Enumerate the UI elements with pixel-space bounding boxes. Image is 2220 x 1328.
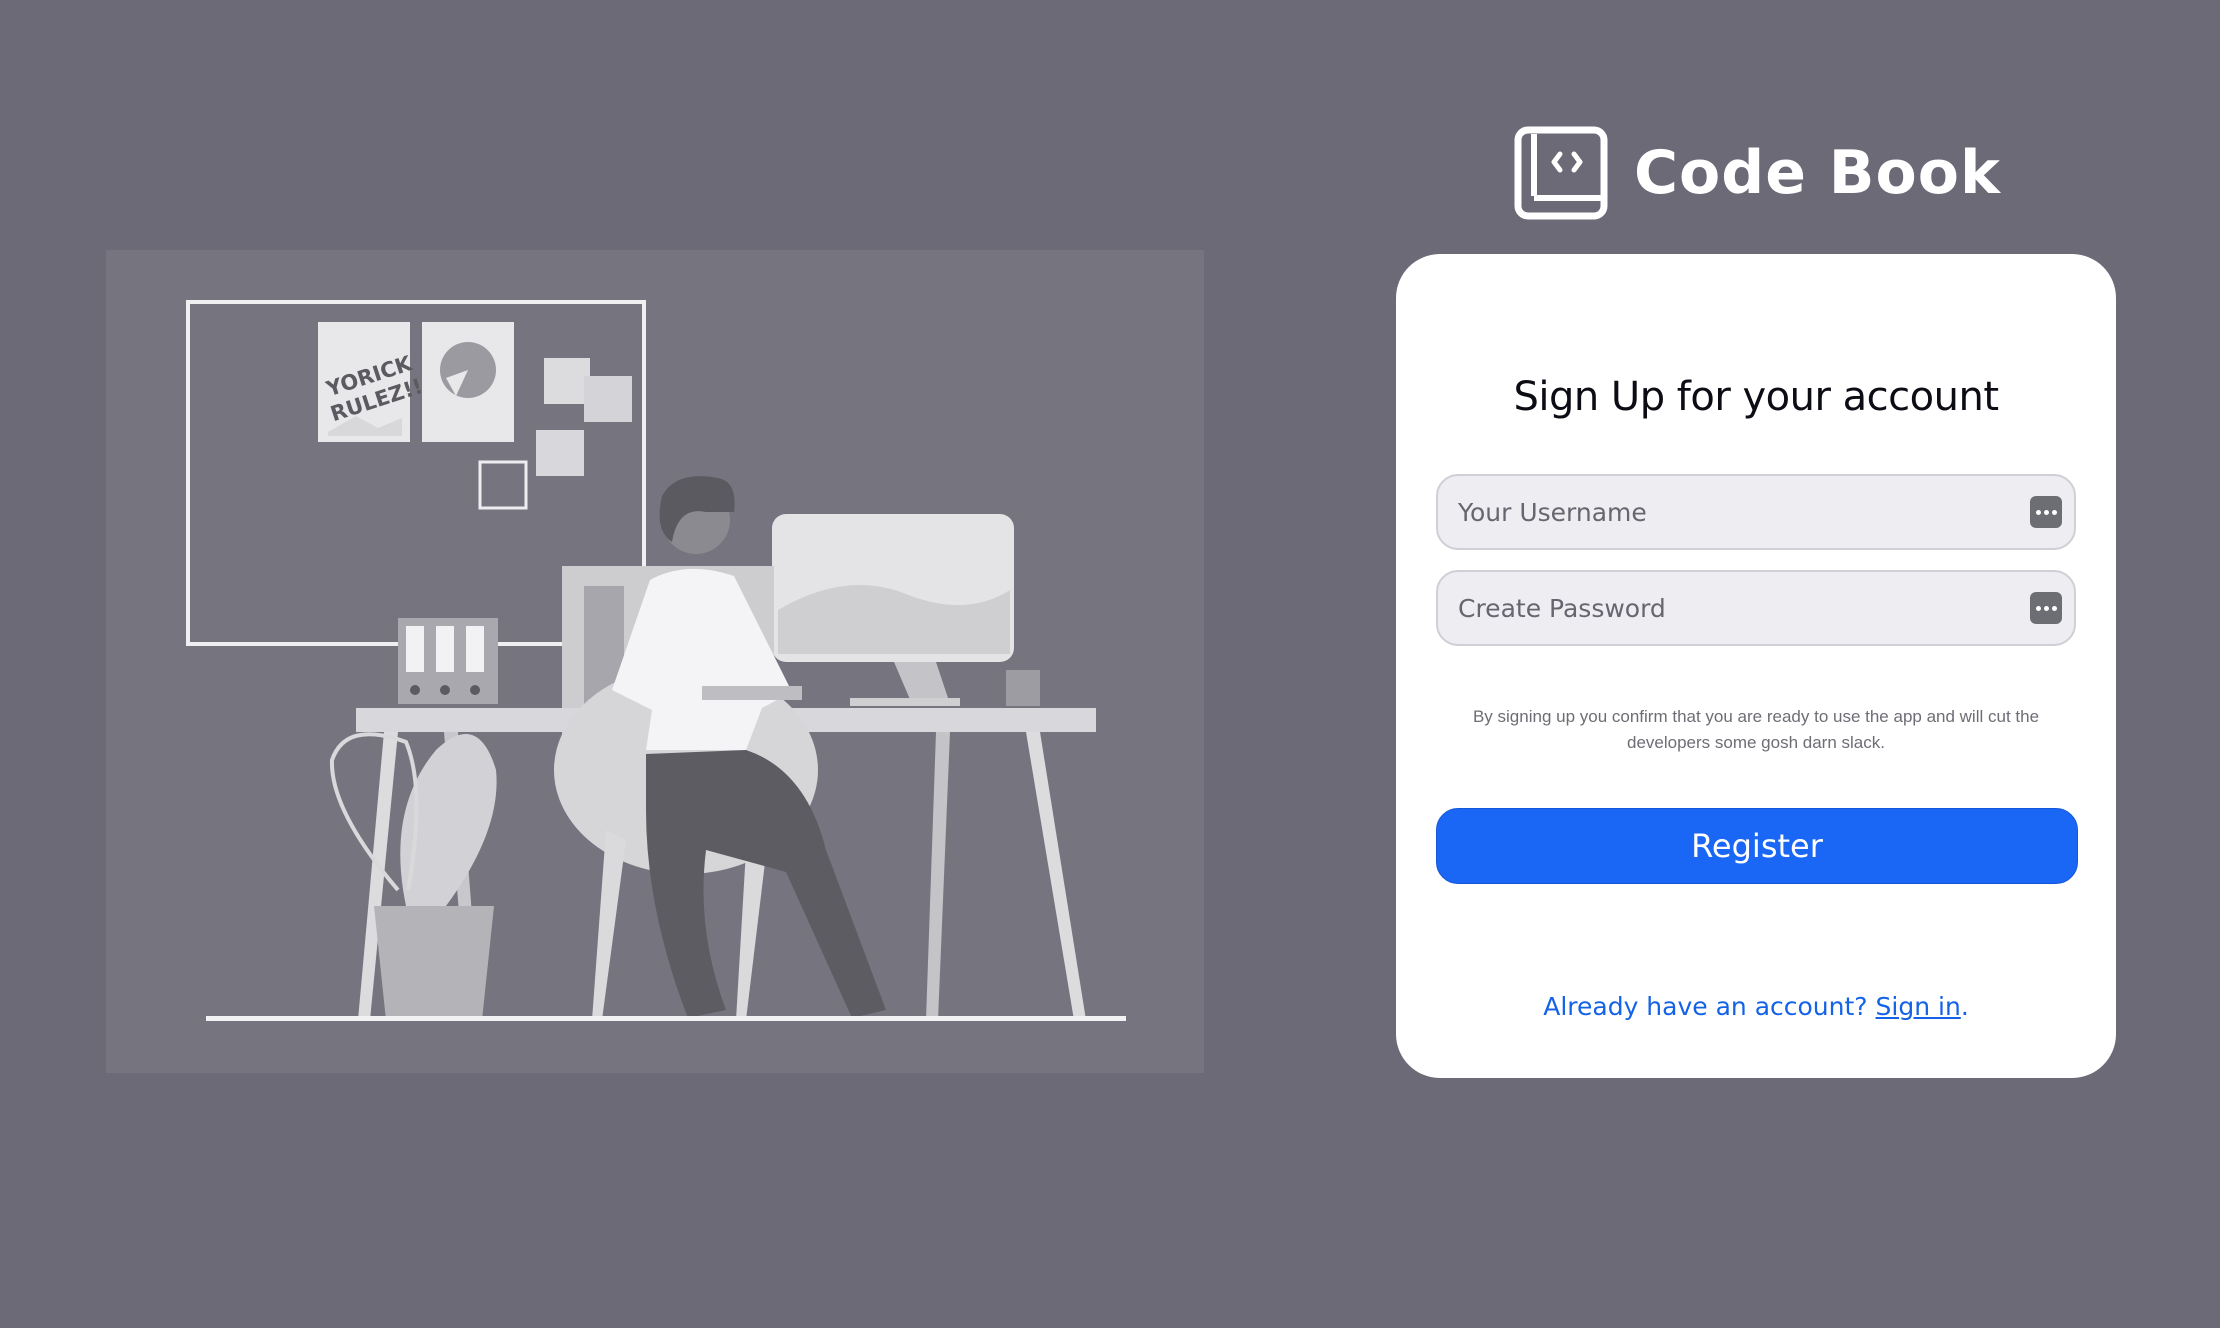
- floor-line: [206, 1016, 1126, 1021]
- office-illustration: YORICK RULEZ!!!: [106, 250, 1204, 1073]
- password-manager-icon[interactable]: [2030, 592, 2062, 624]
- username-field: [1436, 474, 2076, 550]
- brand-header: Code Book: [1514, 126, 2001, 220]
- signup-disclaimer: By signing up you confirm that you are r…: [1472, 707, 2040, 752]
- signin-prompt: Already have an account?: [1543, 992, 1876, 1021]
- register-button[interactable]: Register: [1436, 808, 2078, 884]
- code-book-icon: [1514, 126, 1608, 220]
- username-input[interactable]: [1438, 476, 2018, 548]
- password-manager-icon[interactable]: [2030, 496, 2062, 528]
- signup-card: Sign Up for your account By signing up y…: [1396, 254, 2116, 1078]
- signin-suffix: .: [1960, 992, 1969, 1021]
- office-worker-illustration: YORICK RULEZ!!!: [186, 300, 1126, 1021]
- plant-pot: [374, 906, 494, 1020]
- signin-prompt-line: Already have an account? Sign in.: [1396, 992, 2116, 1021]
- password-field: [1436, 570, 2076, 646]
- signup-title: Sign Up for your account: [1513, 374, 1999, 420]
- brand-name: Code Book: [1634, 138, 2001, 208]
- signin-link[interactable]: Sign in: [1876, 992, 1961, 1021]
- password-input[interactable]: [1438, 572, 2018, 644]
- person-legs: [646, 750, 886, 1018]
